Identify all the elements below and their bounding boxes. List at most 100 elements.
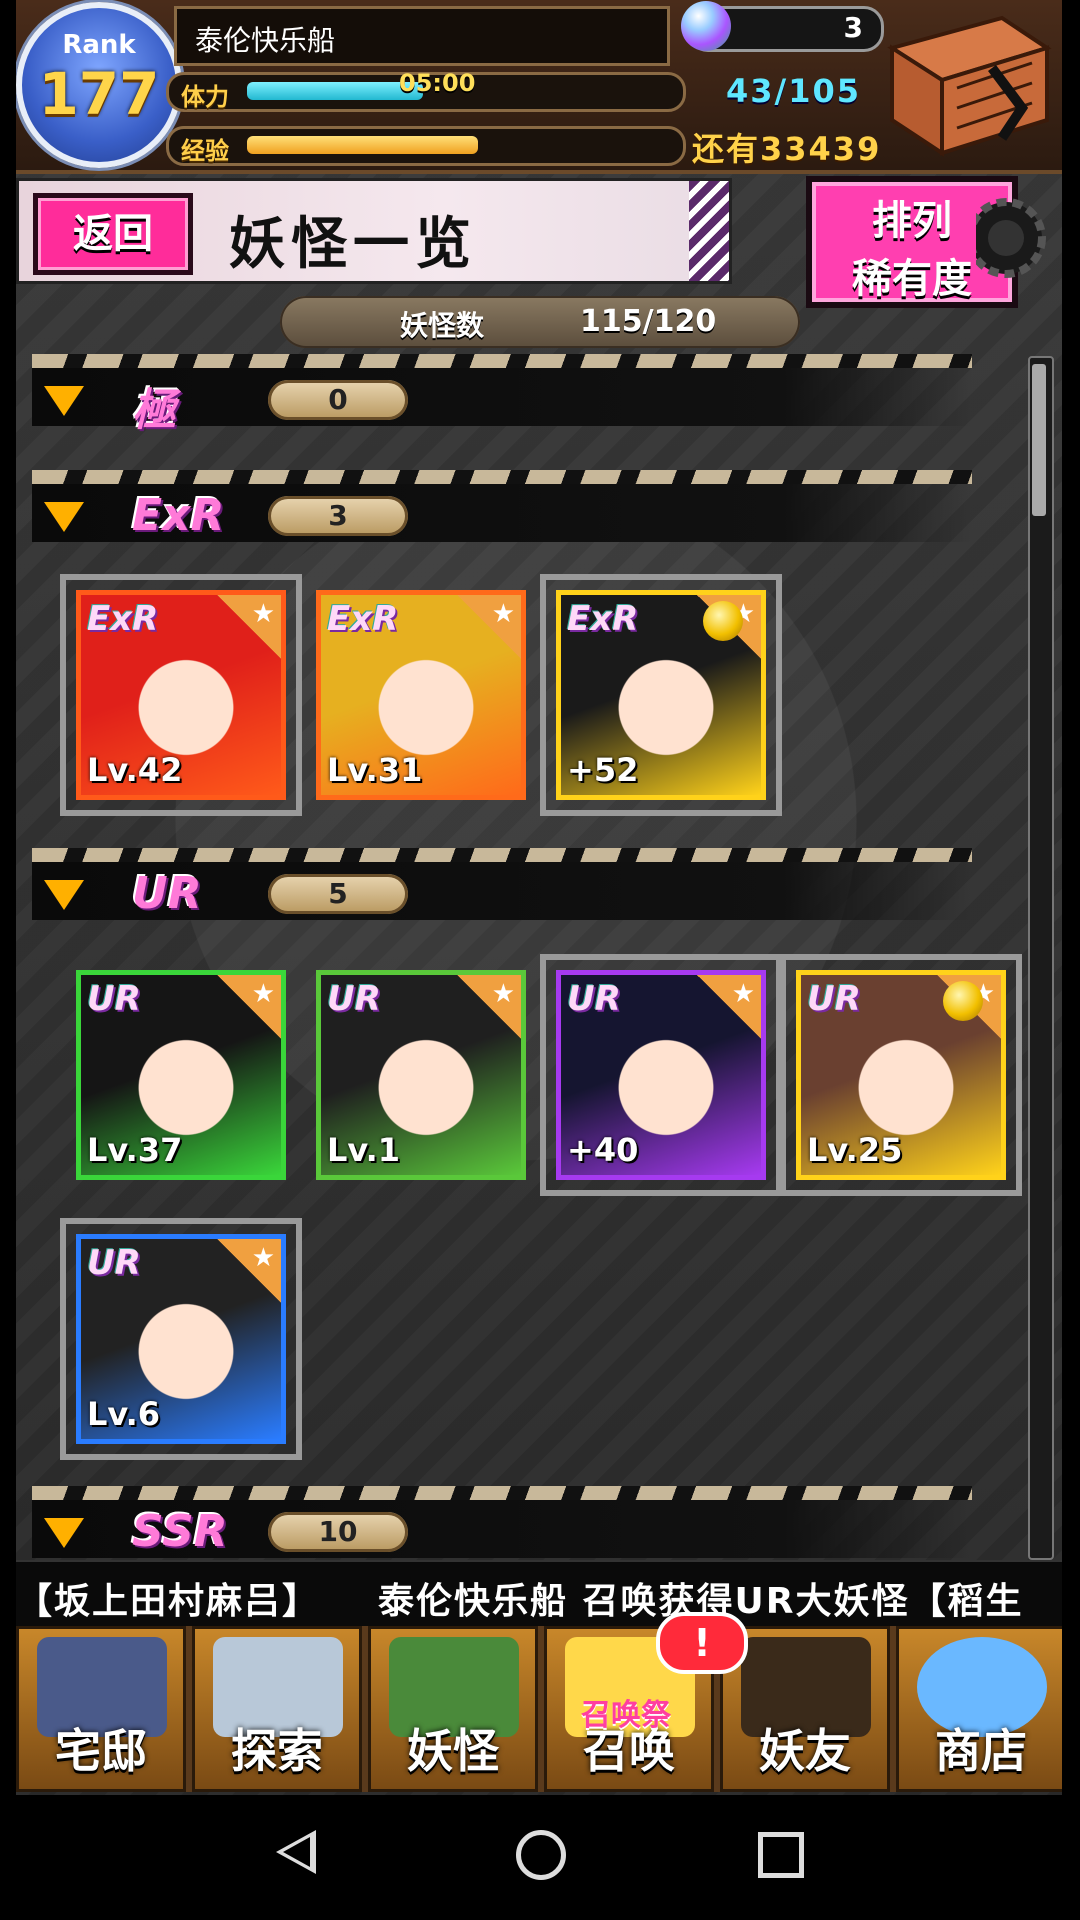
card-frame: ★ UR Lv.25 [796,970,1006,1180]
card-level: Lv.1 [327,1131,401,1169]
card-rarity: ExR [327,599,399,639]
monster-card[interactable]: ★ UR Lv.1 [316,970,526,1180]
rope-border [32,1486,972,1500]
ticker-text: 【坂上田村麻吕】 泰伦快乐船 召唤获得UR大妖怪【稻生 [16,1581,1024,1622]
nav-magnifier[interactable]: 探索 [192,1626,362,1792]
card-rarity: UR [567,979,621,1019]
player-name: 泰伦快乐船 [195,24,336,57]
gem-count: 3 [843,11,863,44]
monster-card[interactable]: ★ ExR Lv.31 [316,590,526,800]
system-back-icon[interactable] [276,1830,316,1874]
card-level: Lv.25 [807,1131,903,1169]
card-level: Lv.6 [87,1395,161,1433]
monster-card[interactable]: ★ UR Lv.25 [780,954,1022,1196]
collapse-arrow-icon[interactable] [44,502,84,532]
stamina-label: 体力 [181,83,229,111]
rarity-count: 0 [268,380,408,420]
star-icon: ★ [251,1243,275,1273]
card-rarity: ExR [87,599,159,639]
monster-card[interactable]: ★ ExR +52 [540,574,782,816]
monster-count-value: 115/120 [580,304,717,339]
collapse-arrow-icon[interactable] [44,880,84,910]
exp-label: 经验 [181,137,229,165]
page-title: 妖怪一览 [229,211,477,277]
rope-border [32,848,972,862]
nav-label: 宅邸 [55,1724,147,1778]
card-frame: ★ UR +40 [556,970,766,1180]
gold-medal-icon [703,601,743,641]
scrollbar-thumb[interactable] [1032,364,1046,516]
rarity-label: ExR [132,490,225,541]
monster-count-label: 妖怪数 [400,309,485,342]
back-button[interactable]: 返回 [33,193,193,275]
game-screen: Rank 177 泰伦快乐船 体力 05:00 经验 3 43/105 还有33… [16,0,1062,1795]
rarity-section-header[interactable]: 極0 [32,354,972,436]
card-rarity: ExR [567,599,639,639]
bottom-nav: 宅邸 探索 妖怪 召唤 妖友 商店 [16,1626,1062,1792]
nav-label: 妖怪 [407,1724,499,1778]
star-icon: ★ [251,979,275,1009]
nav-label: 商店 [935,1724,1027,1778]
stamina-fill [247,82,423,100]
monster-count-bar: 妖怪数 115/120 [280,296,800,348]
rarity-count: 5 [268,874,408,914]
status-hud: Rank 177 泰伦快乐船 体力 05:00 经验 3 43/105 还有33… [16,0,1062,174]
card-rarity: UR [87,979,141,1019]
star-icon: ★ [251,599,275,629]
star-icon: ★ [731,979,755,1009]
rarity-section-header[interactable]: ExR 3 [32,470,972,542]
rarity-count: 10 [268,1512,408,1552]
news-ticker: 【坂上田村麻吕】 泰伦快乐船 召唤获得UR大妖怪【稻生 [16,1560,1062,1628]
nav-scroll[interactable]: 妖怪 [368,1626,538,1792]
banner-stripes [689,181,729,281]
card-level: +52 [567,751,639,789]
collapse-arrow-icon[interactable] [44,386,84,416]
card-rarity: UR [87,1243,141,1283]
treasure-chest-icon[interactable] [882,8,1052,158]
rarity-label: SSR [132,1506,228,1557]
exp-bar: 经验 [166,126,686,166]
gem-counter[interactable]: 3 [681,1,884,52]
summon-fest-label: 召唤祭 [581,1698,671,1733]
gear-icon [976,198,1046,278]
card-frame: ★ ExR Lv.42 [76,590,286,800]
star-icon: ★ [491,599,515,629]
monster-card[interactable]: ★ ExR Lv.42 [60,574,302,816]
gold-medal-icon [943,981,983,1021]
player-name-box: 泰伦快乐船 [174,6,670,66]
card-level: Lv.31 [327,751,423,789]
rope-border [32,470,972,484]
rarity-count: 3 [268,496,408,536]
card-level: Lv.37 [87,1131,183,1169]
nav-label: 探索 [231,1724,323,1778]
monster-card[interactable]: ★ UR Lv.6 [60,1218,302,1460]
nav-orb[interactable]: 商店 [896,1626,1062,1792]
rarity-section-header[interactable]: UR 5 [32,848,972,920]
summon-alert-badge: ! [656,1612,748,1674]
card-frame: ★ UR Lv.1 [316,970,526,1180]
monster-card[interactable]: ★ UR Lv.37 [76,970,286,1180]
card-frame: ★ UR Lv.37 [76,970,286,1180]
rank-badge: Rank 177 [16,2,182,168]
back-button-label: 返回 [73,211,153,257]
rarity-label: UR [132,868,202,919]
card-level: +40 [567,1131,639,1169]
title-banner: 返回 妖怪一览 [16,178,732,284]
exp-remaining: 还有33439 [692,130,882,168]
card-rarity: UR [807,979,861,1019]
nav-house[interactable]: 宅邸 [16,1626,186,1792]
rank-label: Rank [62,30,136,60]
star-icon: ★ [491,979,515,1009]
monster-card[interactable]: ★ UR +40 [540,954,782,1196]
nav-label: 妖友 [759,1724,851,1778]
collapse-arrow-icon[interactable] [44,1518,84,1548]
card-frame: ★ UR Lv.6 [76,1234,286,1444]
card-frame: ★ ExR Lv.31 [316,590,526,800]
rank-value: 177 [38,60,160,128]
system-recents-icon[interactable] [758,1832,804,1878]
rarity-section-header[interactable]: SSR 10 [32,1486,972,1558]
scrollbar[interactable] [1028,356,1054,1560]
rope-border [32,354,972,368]
card-frame: ★ ExR +52 [556,590,766,800]
system-home-icon[interactable] [516,1830,566,1880]
